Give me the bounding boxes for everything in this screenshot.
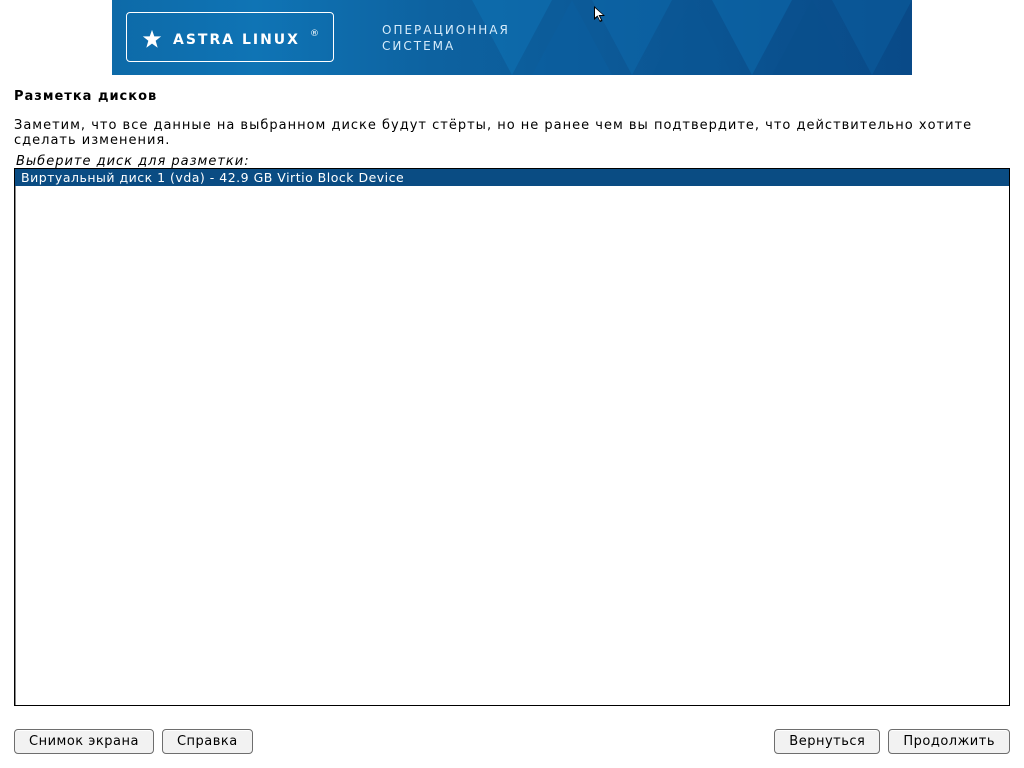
page-prompt: Выберите диск для разметки:: [16, 154, 1010, 169]
screenshot-button[interactable]: Снимок экрана: [14, 729, 154, 754]
disk-listbox[interactable]: Виртуальный диск 1 (vda) - 42.9 GB Virti…: [14, 168, 1010, 706]
continue-button[interactable]: Продолжить: [888, 729, 1010, 754]
page-description: Заметим, что все данные на выбранном дис…: [14, 118, 1010, 148]
banner-subtitle-line2: СИСТЕМА: [382, 38, 510, 54]
reg-mark: ®: [310, 29, 319, 39]
banner-subtitle-line1: ОПЕРАЦИОННАЯ: [382, 22, 510, 38]
star-icon: [141, 29, 163, 51]
header-banner: ASTRA LINUX ® ОПЕРАЦИОННАЯ СИСТЕМА: [112, 0, 912, 75]
brand-logo: ASTRA LINUX ®: [126, 12, 334, 62]
page-title: Разметка дисков: [14, 89, 1010, 104]
brand-name: ASTRA LINUX: [173, 32, 300, 48]
help-button[interactable]: Справка: [162, 729, 253, 754]
footer-bar: Снимок экрана Справка Вернуться Продолжи…: [14, 729, 1010, 754]
disk-list-item[interactable]: Виртуальный диск 1 (vda) - 42.9 GB Virti…: [15, 169, 1009, 186]
back-button[interactable]: Вернуться: [774, 729, 880, 754]
banner-subtitle: ОПЕРАЦИОННАЯ СИСТЕМА: [382, 22, 510, 54]
